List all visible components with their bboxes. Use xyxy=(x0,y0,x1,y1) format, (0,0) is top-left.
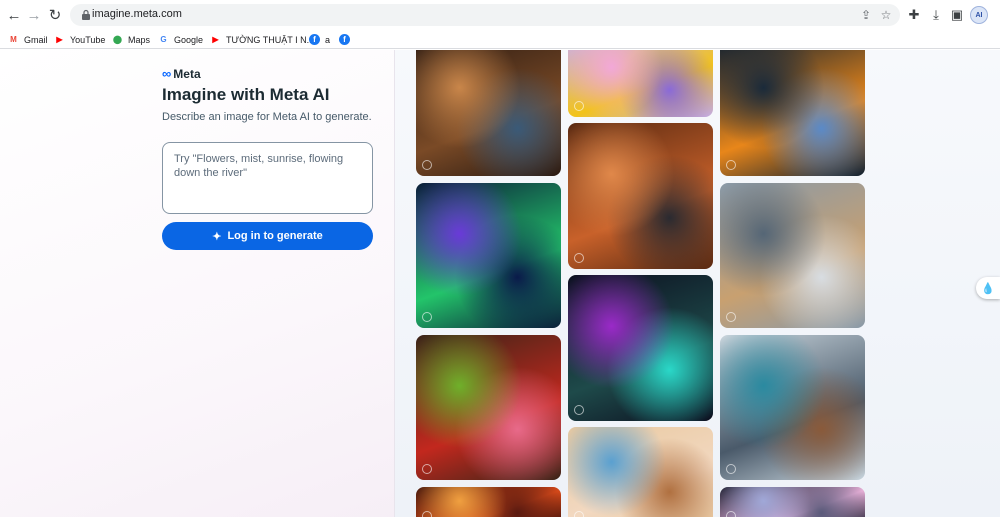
bookmark-item[interactable]: M Gmail xyxy=(8,32,48,47)
imagine-watermark-icon xyxy=(726,511,736,517)
google-icon: G xyxy=(160,35,167,44)
meta-logo-text: Meta xyxy=(173,66,201,81)
download-icon[interactable]: ⤓ xyxy=(926,5,946,25)
facebook-icon: f xyxy=(309,34,320,45)
imagine-watermark-icon xyxy=(422,312,432,322)
bookmark-item[interactable]: ▶ YouTube xyxy=(54,32,105,47)
share-icon[interactable]: ⇪ xyxy=(858,7,874,23)
imagine-watermark-icon xyxy=(726,160,736,170)
imagine-watermark-icon xyxy=(726,464,736,474)
imagine-watermark-icon xyxy=(726,312,736,322)
maps-icon: ⬤ xyxy=(113,35,122,44)
address-bar[interactable]: imagine.meta.com ⇪ ☆ xyxy=(70,4,900,26)
bookmark-item[interactable]: fa xyxy=(309,32,330,47)
meta-infinity-icon: ∞ xyxy=(162,66,172,81)
bookmark-label: YouTube xyxy=(70,34,106,45)
bookmark-label: TƯỜNG THUẬT I N... xyxy=(226,34,315,45)
bookmark-label: Gmail xyxy=(24,34,48,45)
extensions-icon[interactable]: ✚ xyxy=(904,5,924,25)
bookmark-item[interactable]: f xyxy=(339,32,355,47)
login-button-label: Log in to generate xyxy=(227,230,323,242)
gallery-image-fruit-platter[interactable] xyxy=(416,335,561,480)
imagine-watermark-icon xyxy=(574,405,584,415)
gallery-image-butterfly[interactable] xyxy=(720,50,865,176)
imagine-watermark-icon xyxy=(574,101,584,111)
gallery-image-bird-character[interactable] xyxy=(568,427,713,517)
bookmark-item[interactable]: ⬤ Maps xyxy=(112,32,150,47)
imagine-watermark-icon xyxy=(574,253,584,263)
panel-divider xyxy=(394,50,395,517)
back-icon[interactable]: ← xyxy=(4,5,24,25)
imagine-watermark-icon xyxy=(422,160,432,170)
meta-logo[interactable]: ∞ Meta xyxy=(162,66,201,81)
gallery-image-dog-in-water[interactable] xyxy=(720,183,865,328)
page-subtitle: Describe an image for Meta AI to generat… xyxy=(162,111,372,123)
prompt-placeholder: Try "Flowers, mist, sunrise, flowing dow… xyxy=(174,153,344,179)
reload-icon[interactable]: ↻ xyxy=(45,5,65,25)
bookmarks-bar: M Gmail ▶ YouTube ⬤ Maps G Google ▶ TƯỜNG THUẬT I… xyxy=(0,30,1000,49)
youtube-icon: ▶ xyxy=(212,35,219,44)
bookmark-item[interactable]: G Google xyxy=(158,32,203,47)
page-title: Imagine with Meta AI xyxy=(162,85,330,104)
sparkle-icon: ✦ xyxy=(212,230,222,243)
bookmark-label: Maps xyxy=(128,34,151,45)
browser-toolbar: ← → ↻ imagine.meta.com ⇪ ☆ ✚ ⤓ ▣ AI xyxy=(0,0,1000,30)
bookmark-label: Google xyxy=(174,34,204,45)
gallery-image-ducks[interactable] xyxy=(568,50,713,117)
bookmark-item[interactable]: ▶ TƯỜNG THUẬT I N... xyxy=(210,32,314,47)
gallery-image-lanterns[interactable] xyxy=(416,487,561,517)
youtube-icon: ▶ xyxy=(56,35,63,44)
floating-assistant-icon[interactable]: 💧 xyxy=(976,277,1000,299)
gallery-image-astronauts[interactable] xyxy=(568,275,713,421)
page-content: ∞ Meta Imagine with Meta AI Describe an … xyxy=(0,50,1000,517)
star-icon[interactable]: ☆ xyxy=(878,7,894,23)
facebook-icon: f xyxy=(339,34,350,45)
login-to-generate-button[interactable]: ✦ Log in to generate xyxy=(162,222,373,250)
gallery-image-city-car[interactable] xyxy=(720,335,865,480)
profile-avatar[interactable]: AI xyxy=(970,6,988,24)
imagine-watermark-icon xyxy=(422,464,432,474)
gallery-image-aurora[interactable] xyxy=(416,183,561,328)
gallery-image-desert-car[interactable] xyxy=(568,123,713,269)
side-panel-icon[interactable]: ▣ xyxy=(947,5,967,25)
url-text[interactable]: imagine.meta.com xyxy=(92,8,182,20)
prompt-input[interactable]: Try "Flowers, mist, sunrise, flowing dow… xyxy=(162,142,373,214)
forward-icon[interactable]: → xyxy=(24,5,44,25)
imagine-watermark-icon xyxy=(574,511,584,517)
gallery-image-library[interactable] xyxy=(416,50,561,176)
bookmark-label: a xyxy=(325,34,331,45)
imagine-watermark-icon xyxy=(422,511,432,517)
gmail-icon: M xyxy=(10,35,17,44)
gallery-image-bubble[interactable] xyxy=(720,487,865,517)
lock-icon xyxy=(82,9,90,20)
